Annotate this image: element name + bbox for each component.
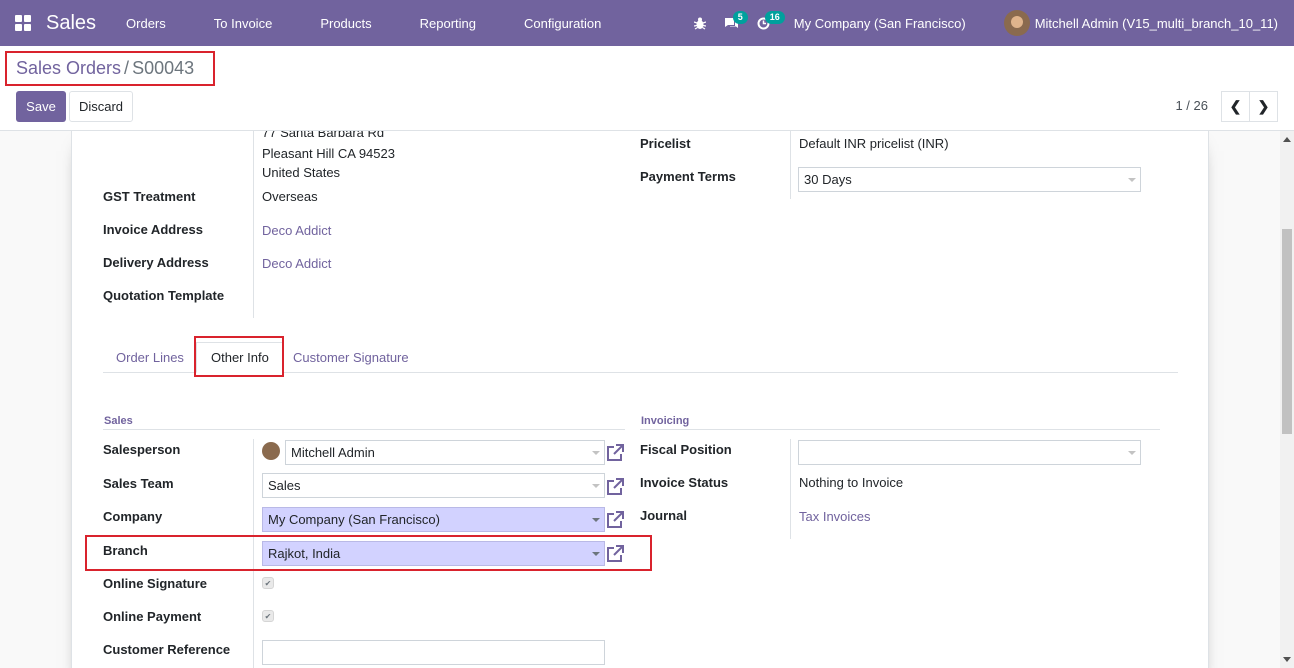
company-select[interactable]: My Company (San Francisco) — [262, 507, 605, 532]
scroll-down-arrow-icon[interactable] — [1283, 657, 1291, 662]
online-signature-checkbox[interactable]: ✔ — [262, 577, 274, 589]
tab-highlight-box — [194, 336, 284, 377]
save-button[interactable]: Save — [16, 91, 66, 122]
salesperson-value: Mitchell Admin — [291, 445, 375, 460]
form-content: 77 Santa Barbara Rd Pleasant Hill CA 945… — [0, 131, 1280, 668]
payment-terms-label: Payment Terms — [640, 169, 736, 184]
avatar — [1003, 10, 1030, 36]
gst-treatment-value[interactable]: Overseas — [262, 189, 318, 204]
pager-previous-button[interactable]: ❮ — [1221, 91, 1250, 122]
field-separator — [790, 439, 791, 539]
delivery-address-label: Delivery Address — [103, 255, 209, 270]
company-switcher[interactable]: My Company (San Francisco) — [794, 16, 966, 31]
control-panel: Sales Orders / S00043 Save Discard 1 / 2… — [0, 46, 1294, 131]
address-line-1: 77 Santa Barbara Rd — [262, 131, 385, 140]
field-separator — [253, 131, 254, 318]
form-sheet: 77 Santa Barbara Rd Pleasant Hill CA 945… — [71, 131, 1209, 668]
group-divider — [640, 429, 1160, 430]
company-label: Company — [103, 509, 163, 524]
chevron-down-icon — [1128, 451, 1136, 455]
online-payment-label: Online Payment — [103, 609, 202, 624]
journal-label: Journal — [640, 508, 687, 523]
field-separator — [790, 131, 791, 199]
invoice-status-value: Nothing to Invoice — [799, 475, 904, 490]
user-menu[interactable]: Mitchell Admin (V15_multi_branch_10_11) — [1003, 10, 1278, 36]
chevron-down-icon — [1128, 178, 1136, 182]
tab-customer-signature[interactable]: Customer Signature — [293, 342, 409, 373]
sales-team-value: Sales — [268, 478, 301, 493]
gst-treatment-label: GST Treatment — [103, 189, 196, 204]
menu-products[interactable]: Products — [296, 16, 395, 31]
company-value: My Company (San Francisco) — [268, 512, 440, 527]
chevron-down-icon — [592, 451, 600, 455]
pager-next-button[interactable]: ❯ — [1249, 91, 1278, 122]
online-signature-label: Online Signature — [103, 576, 208, 591]
scrollbar-thumb[interactable] — [1282, 229, 1292, 434]
salesperson-label: Salesperson — [103, 442, 181, 457]
address-line-3: United States — [262, 165, 341, 180]
chevron-down-icon — [592, 518, 600, 522]
chevron-right-icon: ❯ — [1257, 98, 1270, 114]
check-icon: ✔ — [264, 578, 272, 588]
payment-terms-select[interactable]: 30 Days — [798, 167, 1141, 192]
invoice-status-label: Invoice Status — [640, 475, 729, 490]
invoicing-group-title: Invoicing — [641, 415, 690, 427]
online-payment-checkbox[interactable]: ✔ — [262, 610, 274, 622]
messages-count-badge: 5 — [732, 11, 748, 24]
pricelist-label: Pricelist — [640, 136, 691, 151]
external-link-icon[interactable] — [605, 477, 625, 497]
sales-team-select[interactable]: Sales — [262, 473, 605, 498]
app-name[interactable]: Sales — [46, 12, 96, 35]
payment-terms-value: 30 Days — [804, 172, 852, 187]
external-link-icon[interactable] — [605, 510, 625, 530]
breadcrumb: Sales Orders / S00043 — [5, 51, 215, 86]
customer-reference-input[interactable] — [262, 640, 605, 665]
apps-grid-icon[interactable] — [0, 0, 46, 46]
tab-order-lines[interactable]: Order Lines — [116, 342, 184, 373]
pager-value[interactable]: 1 / 26 — [1175, 98, 1208, 113]
group-divider — [103, 429, 625, 430]
quotation-template-label: Quotation Template — [103, 288, 225, 303]
check-icon: ✔ — [264, 611, 272, 621]
chevron-left-icon: ❮ — [1229, 98, 1242, 114]
customer-reference-label: Customer Reference — [103, 642, 231, 657]
sales-team-label: Sales Team — [103, 476, 174, 491]
menu-orders[interactable]: Orders — [122, 16, 190, 31]
discard-button[interactable]: Discard — [69, 91, 133, 122]
breadcrumb-sales-orders[interactable]: Sales Orders — [16, 58, 121, 79]
pager-buttons: ❮ ❯ — [1221, 91, 1278, 122]
top-navbar: Sales Orders To Invoice Products Reporti… — [0, 0, 1294, 46]
menu-reporting[interactable]: Reporting — [396, 16, 500, 31]
fiscal-position-select[interactable] — [798, 440, 1141, 465]
journal-link[interactable]: Tax Invoices — [799, 509, 871, 524]
salesperson-select[interactable]: Mitchell Admin — [285, 440, 605, 465]
invoice-address-link[interactable]: Deco Addict — [262, 223, 331, 238]
chat-bubbles-icon[interactable]: 5 — [716, 0, 748, 46]
delivery-address-link[interactable]: Deco Addict — [262, 256, 331, 271]
scroll-up-arrow-icon[interactable] — [1283, 137, 1291, 142]
invoice-address-label: Invoice Address — [103, 222, 203, 237]
sales-group-title: Sales — [104, 415, 133, 427]
fiscal-position-label: Fiscal Position — [640, 442, 732, 457]
chevron-down-icon — [592, 484, 600, 488]
clock-icon[interactable]: 16 — [748, 0, 785, 46]
activities-count-badge: 16 — [764, 11, 785, 24]
menu-to-invoice[interactable]: To Invoice — [190, 16, 297, 31]
address-line-2: Pleasant Hill CA 94523 — [262, 146, 395, 161]
external-link-icon[interactable] — [605, 443, 625, 463]
bug-icon[interactable] — [684, 0, 716, 46]
branch-highlight-box — [85, 535, 652, 571]
user-name: Mitchell Admin (V15_multi_branch_10_11) — [1034, 15, 1278, 31]
breadcrumb-current-record: S00043 — [132, 58, 195, 78]
scrollbar[interactable] — [1280, 131, 1294, 668]
breadcrumb-separator: / — [124, 58, 130, 78]
menu-configuration[interactable]: Configuration — [500, 16, 625, 31]
pricelist-value[interactable]: Default INR pricelist (INR) — [799, 136, 949, 151]
avatar — [262, 442, 280, 460]
